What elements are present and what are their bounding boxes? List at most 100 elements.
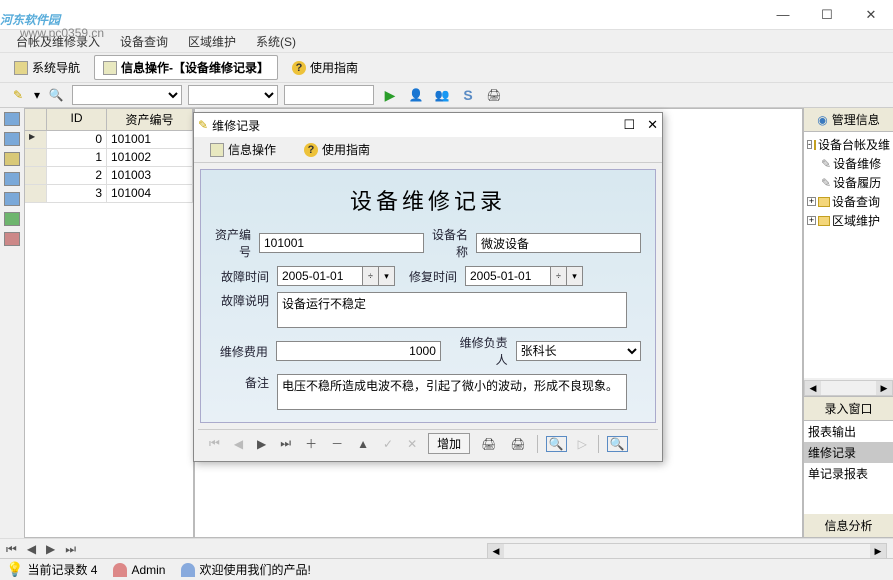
rec-cancel-icon[interactable]: ✕ [404,437,420,451]
menu-query[interactable]: 设备查询 [112,31,176,52]
tab-help-label: 使用指南 [310,59,358,76]
bottom-nav-bar: ⏮ ◀ ▶ ⏭ ◀▶ [0,538,893,560]
label-repair-owner: 维修负责人 [449,334,508,368]
table-row[interactable]: 2101003 [25,167,193,185]
list-item[interactable]: 维修记录 [804,442,893,463]
close-button[interactable]: ✕ [849,1,893,29]
fix-time-input[interactable] [465,266,551,286]
combo-operator[interactable] [188,85,278,105]
search-icon[interactable]: 🔍 [46,85,66,105]
help-icon: ? [292,61,306,75]
panel-icon-7[interactable] [4,232,20,246]
panel-icon-6[interactable] [4,212,20,226]
form-title: 设备维修记录 [215,178,641,226]
tree-node[interactable]: +区域维护 [807,211,890,230]
remark-textarea[interactable] [277,374,627,410]
dialog-close-button[interactable]: ✕ [647,117,658,133]
fix-time-spinner[interactable]: ÷ [551,266,567,286]
user-icon [113,563,127,577]
tree-node[interactable]: ✎设备维修 [807,154,890,173]
dialog-title: 维修记录 [212,117,260,134]
rec-first-icon[interactable]: ⏮ [206,436,223,451]
dialog-maximize-button[interactable]: ☐ [623,117,635,133]
repair-cost-input[interactable] [276,341,441,361]
minimize-button[interactable]: — [761,1,805,29]
grid-header-asset[interactable]: 资产编号 [107,109,193,131]
combo-field[interactable] [72,85,182,105]
panel-icon-2[interactable] [4,132,20,146]
nav-next-icon[interactable]: ▶ [46,542,55,557]
grid-header-id[interactable]: ID [47,109,107,131]
rec-edit-icon[interactable]: ▲ [354,437,372,451]
play2-icon[interactable]: ▷ [575,437,590,451]
maximize-button[interactable]: ☐ [805,1,849,29]
list-header-analysis: 信息分析 [804,514,893,538]
repair-record-dialog: ✎ 维修记录 ☐ ✕ 信息操作 ? 使用指南 设备维修记录 资产编号 设备名称 [193,112,663,462]
nav-first-icon[interactable]: ⏮ [6,542,17,557]
panel-icon-3[interactable] [4,152,20,166]
list-item[interactable]: 单记录报表 [804,463,893,484]
menu-bar: 台帐及维修录入 设备查询 区域维护 系统(S) [0,30,893,52]
rec-last-icon[interactable]: ⏭ [277,436,294,451]
print1-icon[interactable]: 🖨 [478,437,499,451]
fault-time-input[interactable] [277,266,363,286]
menu-system[interactable]: 系统(S) [248,31,304,52]
rec-add-icon[interactable]: ＋ [302,435,320,452]
fault-time-dropdown[interactable]: ▾ [379,266,395,286]
inspect2-icon[interactable]: 🔍 [607,436,628,452]
nav-prev-icon[interactable]: ◀ [27,542,36,557]
dialog-icon: ✎ [198,118,208,132]
device-name-input[interactable] [476,233,641,253]
search-value-input[interactable] [284,85,374,105]
nav-last-icon[interactable]: ⏭ [65,542,76,557]
menu-ledger[interactable]: 台帐及维修录入 [8,31,108,52]
modal-toolbar: ⏮ ◀ ▶ ⏭ ＋ － ▲ ✓ ✕ 增加 🖨 🖨 🔍 ▷ 🔍 [198,429,658,457]
table-row[interactable]: 3101004 [25,185,193,203]
tab-info-label: 信息操作-【设备维修记录】 [121,59,269,76]
rec-prev-icon[interactable]: ◀ [231,437,246,451]
right-header-label: 管理信息 [832,111,880,128]
right-panel: ◉ 管理信息 -设备台帐及维 ✎设备维修 ✎设备履历 +设备查询 +区域维护 ◀… [803,108,893,538]
info-icon [103,61,117,75]
print-icon[interactable]: 🖨 [484,85,504,105]
run-icon[interactable]: ▶ [380,85,400,105]
nav-icon [14,61,28,75]
tab-info-active[interactable]: 信息操作-【设备维修记录】 [94,55,278,80]
user1-icon[interactable]: 👤 [406,85,426,105]
tree-scrollbar[interactable]: ◀▶ [804,380,893,396]
rec-next-icon[interactable]: ▶ [254,437,269,451]
bulb-icon: 💡 [6,561,23,578]
tree-node[interactable]: ✎设备履历 [807,173,890,192]
modal-tab-info[interactable]: 信息操作 [202,138,284,161]
tab-nav[interactable]: 系统导航 [6,56,88,79]
add-button[interactable]: 增加 [428,433,470,454]
tab-help[interactable]: ? 使用指南 [284,56,366,79]
table-row[interactable]: 1101002 [25,149,193,167]
panel-icon-4[interactable] [4,172,20,186]
asset-no-input[interactable] [259,233,424,253]
list-item[interactable]: 报表输出 [804,421,893,442]
info-icon [210,143,224,157]
repair-owner-select[interactable]: 张科长 [516,341,641,361]
modal-tab-help[interactable]: ? 使用指南 [296,138,378,161]
edit-icon[interactable]: ✎ [8,85,28,105]
main-h-scrollbar[interactable]: ◀▶ [487,543,887,559]
fix-time-dropdown[interactable]: ▾ [567,266,583,286]
panel-icon-5[interactable] [4,192,20,206]
refresh-icon[interactable]: S [458,85,478,105]
rec-del-icon[interactable]: － [328,435,346,452]
fault-time-spinner[interactable]: ÷ [363,266,379,286]
tab-nav-label: 系统导航 [32,59,80,76]
fault-desc-textarea[interactable] [277,292,627,328]
inspect-icon[interactable]: 🔍 [546,436,567,452]
panel-icon-1[interactable] [4,112,20,126]
status-records: 当前记录数 4 [27,561,97,578]
menu-region[interactable]: 区域维护 [180,31,244,52]
list-header-input: 录入窗口 [804,397,893,421]
tree-node[interactable]: -设备台帐及维 [807,135,890,154]
table-row[interactable]: 0101001 [25,131,193,149]
user2-icon[interactable]: 👥 [432,85,452,105]
rec-ok-icon[interactable]: ✓ [380,437,396,451]
tree-node[interactable]: +设备查询 [807,192,890,211]
print2-icon[interactable]: 🖨 [507,437,528,451]
